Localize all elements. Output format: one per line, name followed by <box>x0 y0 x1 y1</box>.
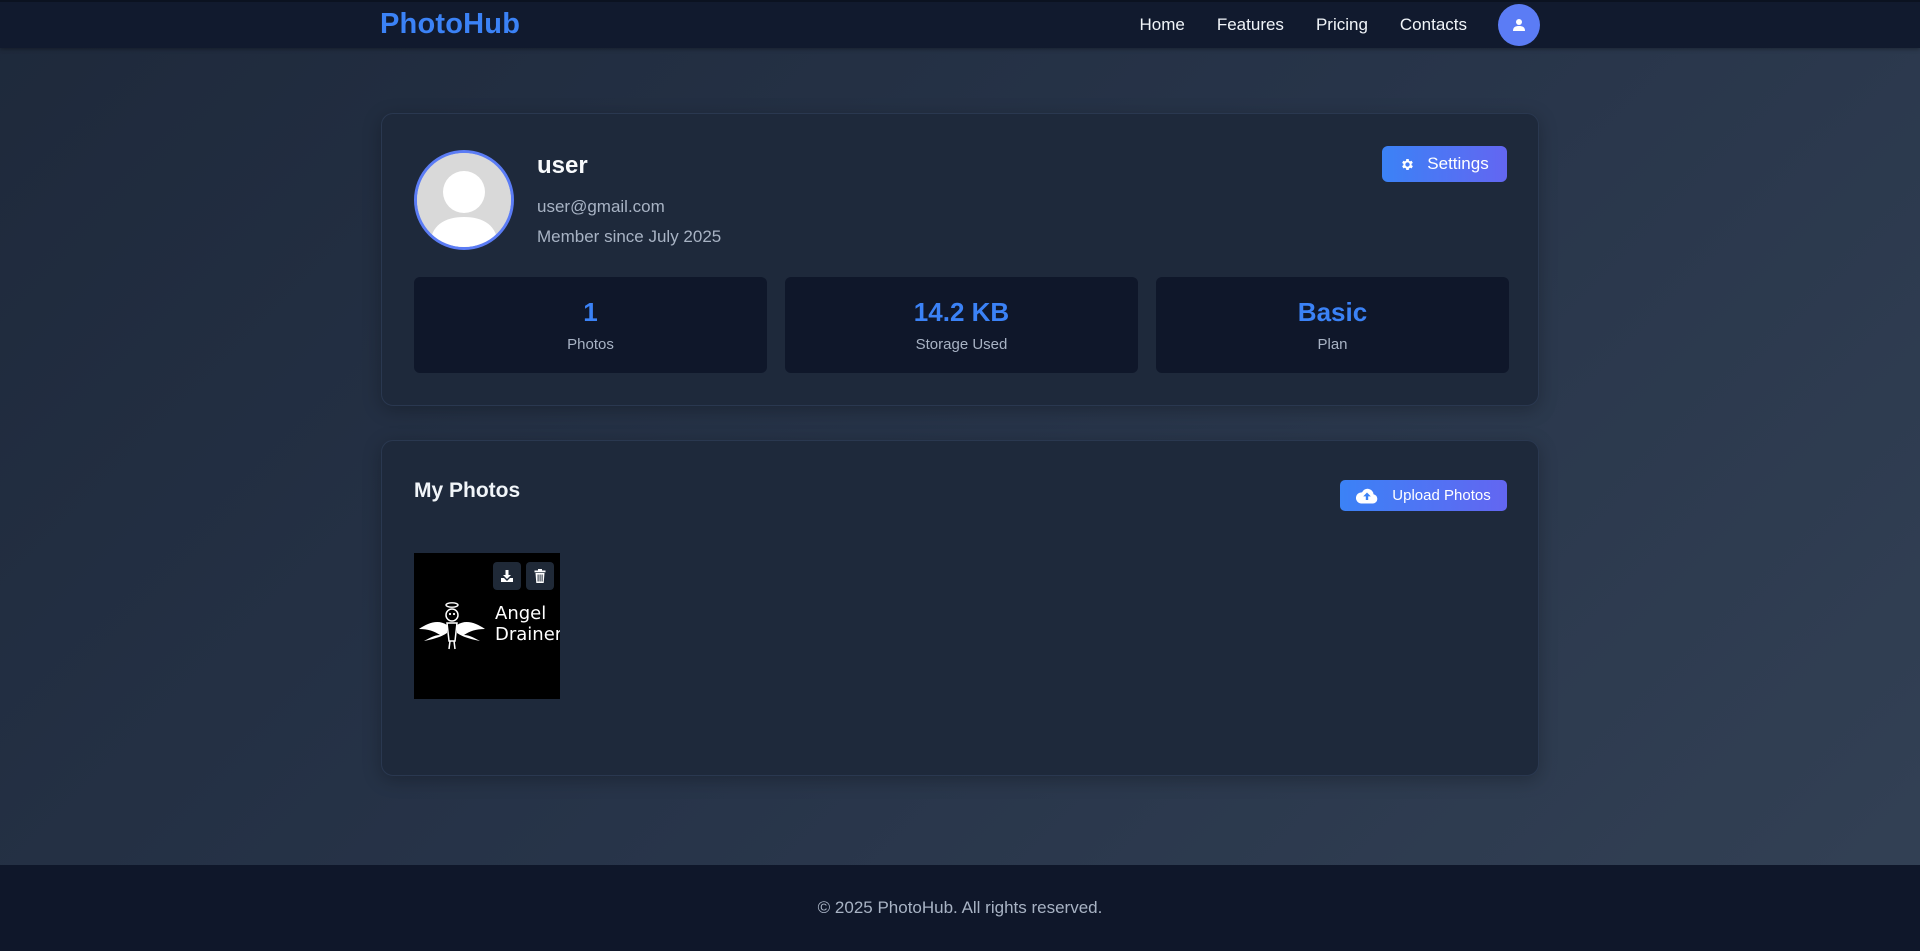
user-icon <box>1513 19 1525 31</box>
photo-thumbnail[interactable]: Angel Drainer <box>414 553 560 699</box>
stat-label: Plan <box>1317 336 1348 353</box>
nav-link-features[interactable]: Features <box>1217 15 1284 35</box>
section-title: My Photos <box>414 479 521 502</box>
nav-link-home[interactable]: Home <box>1139 15 1184 35</box>
copyright-text: © 2025 PhotoHub. All rights reserved. <box>817 898 1103 917</box>
nav-links: Home Features Pricing Contacts <box>1139 15 1467 35</box>
download-icon <box>501 570 513 582</box>
stat-label: Storage Used <box>915 336 1008 353</box>
stats-row: 1 Photos 14.2 KB Storage Used Basic Plan <box>414 277 1509 373</box>
stat-value: Basic <box>1297 297 1368 327</box>
stat-photos: 1 Photos <box>414 277 767 373</box>
profile-name: user <box>537 152 588 179</box>
photo-caption-line: Drainer <box>495 624 560 645</box>
cloud-upload-icon <box>1356 488 1378 503</box>
photo-actions <box>493 562 554 590</box>
stat-value: 14.2 KB <box>913 297 1010 327</box>
settings-label: Settings <box>1427 154 1489 173</box>
stat-plan: Basic Plan <box>1156 277 1509 373</box>
photo-caption-line: Angel <box>495 603 547 624</box>
stat-value: 1 <box>583 297 598 327</box>
profile-email: user@gmail.com <box>537 197 665 216</box>
upload-photos-button[interactable]: Upload Photos <box>1340 480 1507 511</box>
download-button[interactable] <box>493 562 521 590</box>
nav-link-pricing[interactable]: Pricing <box>1316 15 1368 35</box>
trash-icon <box>534 569 546 583</box>
gear-icon <box>1402 158 1414 170</box>
photo-caption: Angel Drainer <box>495 603 560 645</box>
footer: © 2025 PhotoHub. All rights reserved. <box>0 865 1920 951</box>
upload-label: Upload Photos <box>1392 487 1491 504</box>
nav-link-contacts[interactable]: Contacts <box>1400 15 1467 35</box>
user-menu-button[interactable] <box>1498 4 1540 46</box>
top-navbar: PhotoHub Home Features Pricing Contacts <box>0 0 1920 48</box>
brand-logo[interactable]: PhotoHub <box>380 8 520 41</box>
default-avatar-icon <box>417 153 511 247</box>
stat-label: Photos <box>567 336 614 353</box>
photos-card: My Photos Upload Photos Angel Drainer <box>381 440 1539 776</box>
delete-button[interactable] <box>526 562 554 590</box>
avatar <box>414 150 514 250</box>
settings-button[interactable]: Settings <box>1382 146 1507 182</box>
navbar-container: PhotoHub Home Features Pricing Contacts <box>380 2 1540 48</box>
member-since: Member since July 2025 <box>537 227 722 246</box>
stat-storage: 14.2 KB Storage Used <box>785 277 1138 373</box>
profile-card: user user@gmail.com Member since July 20… <box>381 113 1539 406</box>
